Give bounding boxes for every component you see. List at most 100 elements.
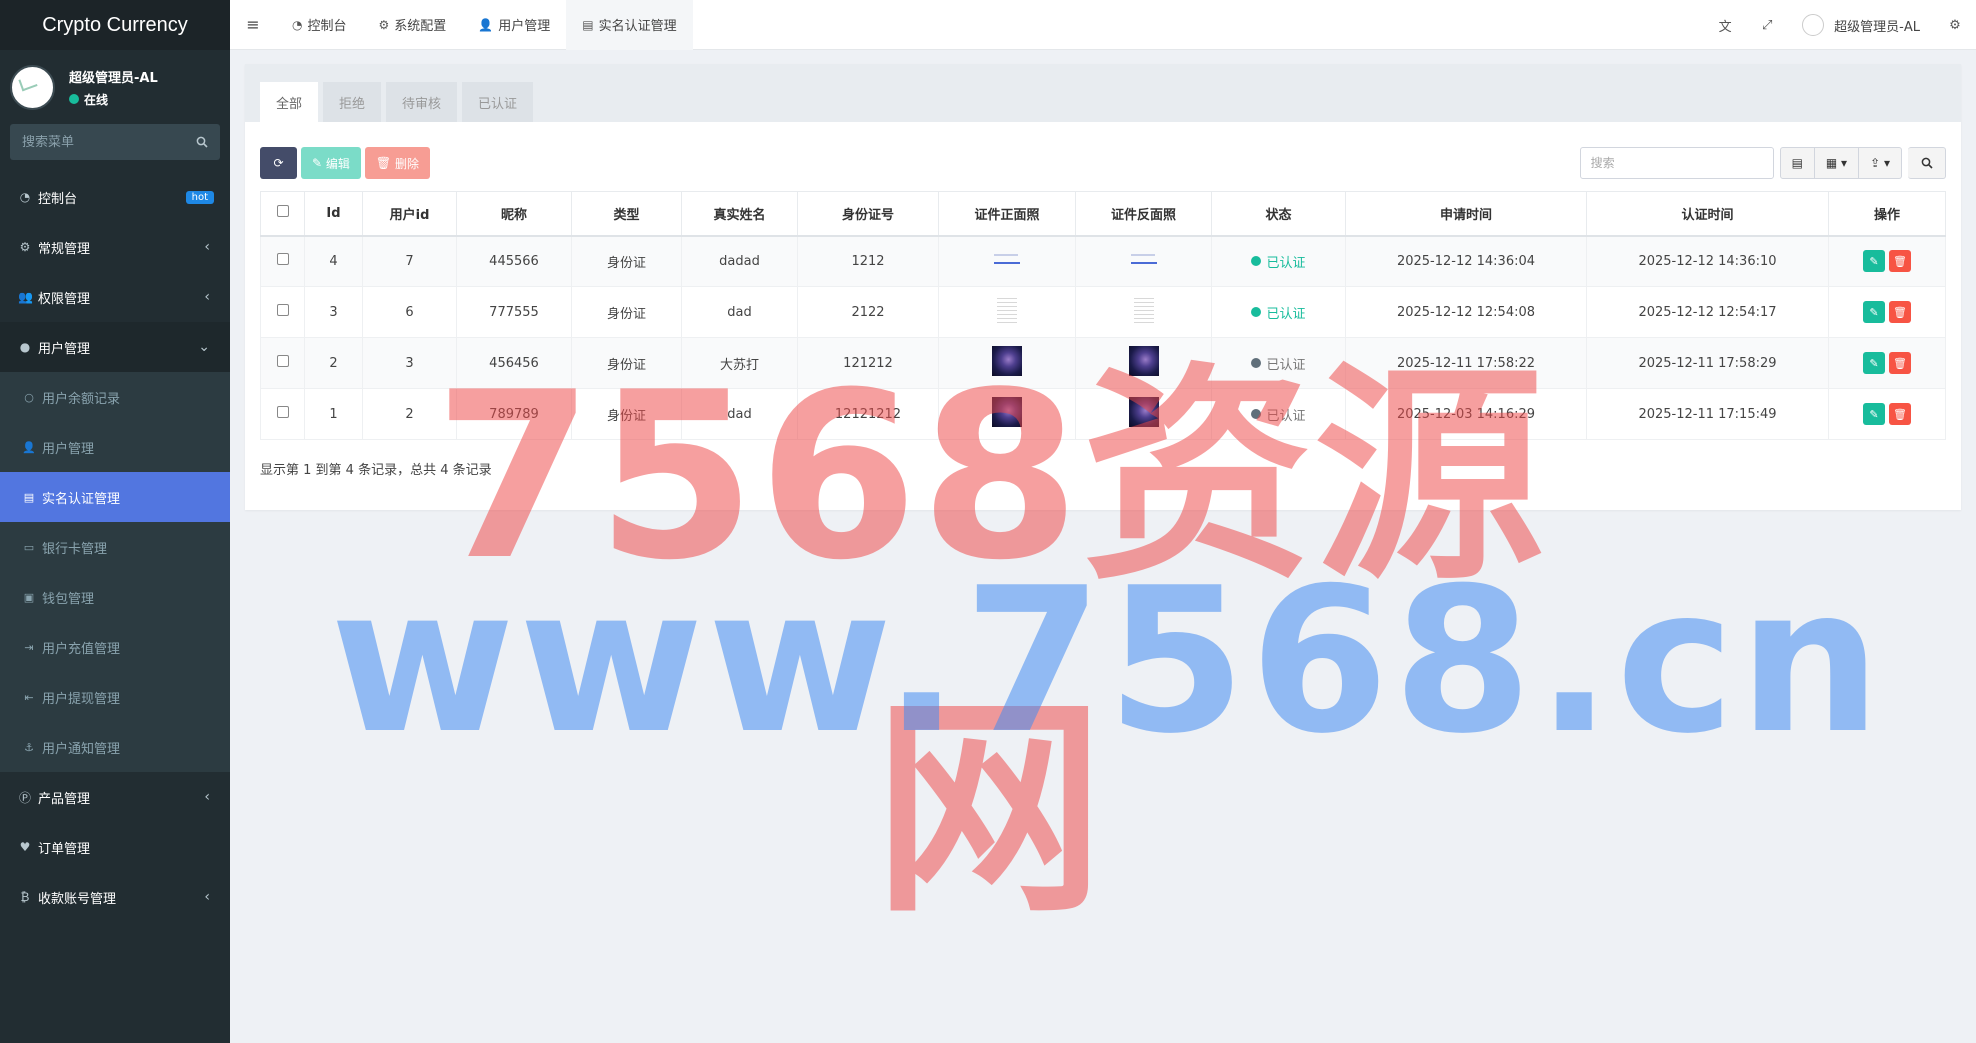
row-checkbox[interactable] (276, 304, 289, 316)
col-nickname[interactable]: 昵称 (456, 191, 572, 237)
pagination-info: 显示第 1 到第 4 条记录，总共 4 条记录 (260, 463, 492, 478)
col-verify-time[interactable]: 认证时间 (1586, 191, 1829, 237)
sidebar-item-general[interactable]: ⚙ 常规管理 ‹ (0, 222, 230, 272)
table-row[interactable]: 2 3 456456 身份证 大苏打 121212 已认证 2025-12-11 17:58:… (260, 337, 1946, 389)
cell-user-id: 6 (362, 286, 457, 338)
row-edit-button[interactable]: ✎ (1863, 250, 1885, 273)
tab-all[interactable]: 全部 (260, 82, 319, 122)
refresh-button[interactable]: ⟳ (260, 147, 297, 179)
sidebar-item-users[interactable]: ● 用户管理 ⌄ (0, 322, 230, 372)
cell-real-name: dadad (681, 235, 798, 287)
col-apply-time[interactable]: 申请时间 (1345, 191, 1587, 237)
back-photo-thumbnail[interactable] (1128, 397, 1159, 427)
status-badge[interactable]: 已认证 (1251, 303, 1306, 322)
cell-back-photo (1075, 388, 1212, 440)
sidebar-subitem-balance[interactable]: ○ 用户余额记录 (0, 372, 230, 422)
sidebar-item-products[interactable]: Ⓟ 产品管理 ‹ (0, 772, 230, 822)
sidebar-item-label: 权限管理 (38, 291, 91, 307)
online-dot-icon (69, 94, 79, 104)
nav-tab-realname[interactable]: ▤ 实名认证管理 (566, 0, 693, 50)
col-real-name[interactable]: 真实姓名 (681, 191, 798, 237)
col-user-id[interactable]: 用户id (362, 191, 457, 237)
select-all-checkbox[interactable] (276, 205, 289, 218)
sidebar-subitem-notify[interactable]: ⚓ 用户通知管理 (0, 722, 230, 772)
cell-id: 4 (304, 235, 363, 287)
edit-button[interactable]: ✎ 编辑 (301, 147, 361, 179)
tab-verified[interactable]: 已认证 (462, 82, 534, 122)
advanced-search-button[interactable] (1908, 147, 1946, 179)
col-id[interactable]: Id (304, 191, 363, 237)
front-photo-thumbnail[interactable] (992, 397, 1022, 427)
tab-pending[interactable]: 待审核 (386, 82, 458, 122)
nav-tab-dashboard[interactable]: ◔ 控制台 (276, 0, 363, 50)
cell-apply-time: 2025-12-11 17:58:22 (1345, 337, 1587, 389)
table-row[interactable]: 3 6 777555 身份证 dad 2122 已认证 2025-12-12 12:54:08… (260, 286, 1946, 338)
row-checkbox[interactable] (276, 406, 289, 418)
row-checkbox[interactable] (276, 355, 289, 367)
sidebar-subitem-bankcard[interactable]: ▭ 银行卡管理 (0, 522, 230, 572)
sidebar-subitem-users[interactable]: 👤 用户管理 (0, 422, 230, 472)
cell-status: 已认证 (1211, 388, 1346, 440)
columns-button[interactable]: ▦ ▾ (1814, 147, 1860, 179)
bitcoin-icon: ₿ (20, 890, 30, 904)
sign-out-icon: ⇤ (24, 690, 34, 704)
sidebar-item-accounts[interactable]: ₿ 收款账号管理 ‹ (0, 872, 230, 922)
nav-tab-system-config[interactable]: ⚙ 系统配置 (363, 0, 463, 50)
back-photo-thumbnail[interactable] (1129, 251, 1159, 267)
col-id-number[interactable]: 身份证号 (797, 191, 939, 237)
front-photo-thumbnail[interactable] (992, 251, 1022, 267)
toolbar: ⟳ ✎ 编辑 🗑 删除 (260, 147, 434, 179)
status-badge[interactable]: 已认证 (1251, 252, 1306, 271)
table-search-input[interactable] (1579, 147, 1774, 179)
back-photo-thumbnail[interactable] (1133, 295, 1154, 325)
sidebar-item-permissions[interactable]: 👥 权限管理 ‹ (0, 272, 230, 322)
front-photo-thumbnail[interactable] (992, 346, 1022, 376)
sidebar-item-dashboard[interactable]: ◔ 控制台 hot (0, 172, 230, 222)
content-panel: 全部 拒绝 待审核 已认证 ⟳ ✎ 编辑 🗑 删除 ▤ ▦ ▾ ⇪ ▾ Id 用… (245, 64, 1961, 510)
export-button[interactable]: ⇪ ▾ (1859, 147, 1902, 179)
id-card-icon: ▤ (582, 17, 594, 32)
sidebar-subitem-realname[interactable]: ▤ 实名认证管理 (0, 472, 230, 522)
sidebar-subitem-withdraw[interactable]: ⇤ 用户提现管理 (0, 672, 230, 722)
back-photo-thumbnail[interactable] (1128, 346, 1159, 376)
table-row[interactable]: 4 7 445566 身份证 dadad 1212 已认证 2025-12-12 14:36:… (260, 235, 1946, 287)
col-back-photo[interactable]: 证件反面照 (1075, 191, 1212, 237)
col-front-photo[interactable]: 证件正面照 (938, 191, 1076, 237)
col-type[interactable]: 类型 (571, 191, 682, 237)
row-delete-button[interactable]: 🗑 (1889, 403, 1911, 425)
nav-tab-users[interactable]: 👤 用户管理 (462, 0, 566, 50)
front-photo-thumbnail[interactable] (997, 295, 1017, 325)
menu-toggle-icon[interactable]: ≡ (230, 0, 276, 50)
settings-icon[interactable]: ⚙ (1934, 0, 1976, 50)
watermark-line2: www.7568.cn (330, 545, 1886, 778)
nav-tab-label: 用户管理 (498, 19, 551, 34)
status-badge[interactable]: 已认证 (1251, 354, 1306, 373)
language-icon[interactable]: 文 (1704, 0, 1746, 50)
row-edit-button[interactable]: ✎ (1863, 352, 1885, 374)
row-edit-button[interactable]: ✎ (1863, 301, 1885, 323)
sidebar-search-input[interactable] (22, 134, 182, 150)
status-badge[interactable]: 已认证 (1251, 405, 1306, 424)
fullscreen-icon[interactable]: ⤢ (1746, 0, 1788, 50)
nav-user-menu[interactable]: 超级管理员-AL (1788, 14, 1934, 36)
cell-status: 已认证 (1211, 337, 1346, 389)
circle-icon: ○ (24, 390, 34, 404)
tab-rejected[interactable]: 拒绝 (323, 82, 382, 122)
row-edit-button[interactable]: ✎ (1863, 403, 1885, 425)
app-logo[interactable]: Crypto Currency (0, 0, 230, 50)
sidebar-subitem-wallet[interactable]: ▣ 钱包管理 (0, 572, 230, 622)
sidebar-item-orders[interactable]: ♥ 订单管理 (0, 822, 230, 872)
cell-real-name: dad (681, 388, 798, 440)
search-icon[interactable] (196, 136, 208, 148)
col-status[interactable]: 状态 (1211, 191, 1346, 237)
cell-id-number: 2122 (797, 286, 939, 338)
row-checkbox[interactable] (276, 253, 289, 266)
table-view-icon: ▤ (1791, 156, 1803, 170)
delete-button[interactable]: 🗑 删除 (364, 147, 430, 179)
row-delete-button[interactable]: 🗑 (1889, 352, 1911, 374)
row-delete-button[interactable]: 🗑 (1889, 250, 1911, 273)
row-delete-button[interactable]: 🗑 (1889, 301, 1911, 323)
toggle-view-button[interactable]: ▤ (1779, 147, 1815, 179)
table-row[interactable]: 1 2 789789 身份证 dad 12121212 已认证 2025-12-03 14:1… (260, 388, 1946, 440)
sidebar-subitem-deposit[interactable]: ⇥ 用户充值管理 (0, 622, 230, 672)
